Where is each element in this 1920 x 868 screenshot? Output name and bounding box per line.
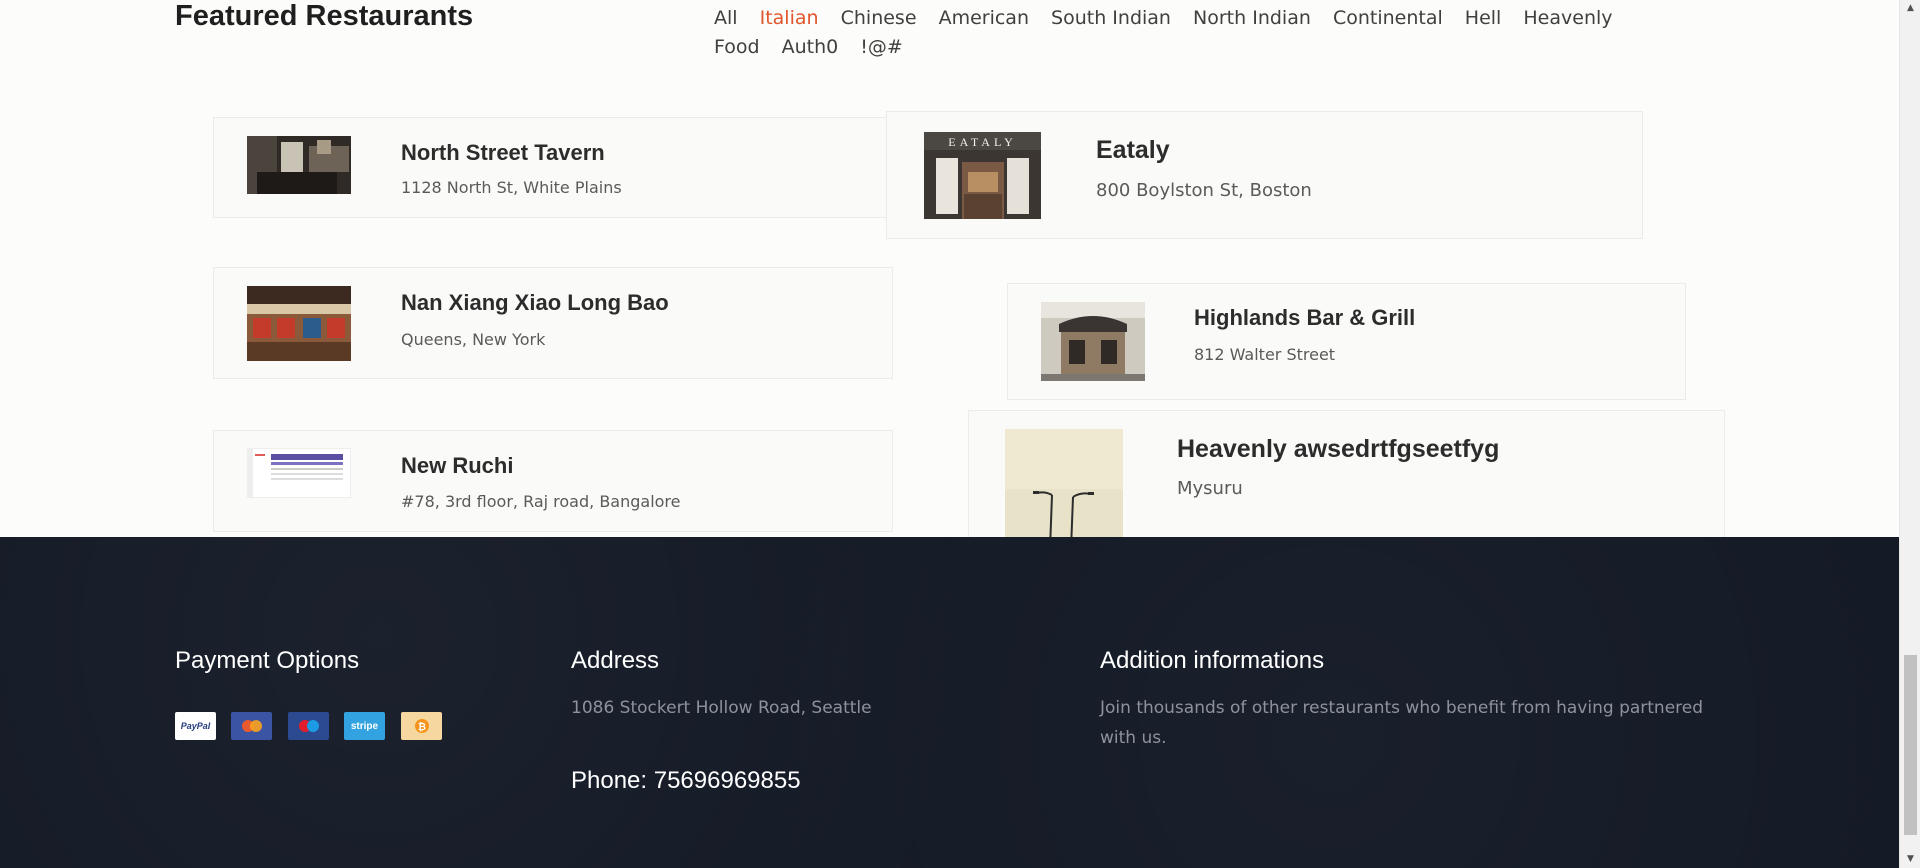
stripe-icon: stripe	[344, 712, 385, 740]
restaurant-address: 1128 North St, White Plains	[401, 178, 622, 197]
restaurant-card[interactable]: Nan Xiang Xiao Long Bao Queens, New York	[213, 267, 893, 379]
restaurant-name[interactable]: Eataly	[1096, 136, 1170, 165]
page-scrollbar[interactable]: ▲ ▼	[1899, 0, 1920, 868]
restaurant-address: Queens, New York	[401, 330, 546, 349]
eataly-sign: EATALY	[948, 135, 1017, 149]
mastercard-icon	[231, 712, 272, 740]
filter-american[interactable]: American	[939, 7, 1029, 29]
section-title: Featured Restaurants	[175, 0, 474, 32]
restaurant-card[interactable]: New Ruchi #78, 3rd floor, Raj road, Bang…	[213, 430, 893, 532]
filter-italian[interactable]: Italian	[760, 7, 819, 29]
restaurant-name[interactable]: North Street Tavern	[401, 140, 605, 166]
page: Featured Restaurants All Italian Chinese…	[0, 0, 1899, 868]
filter-special-chars[interactable]: !@#	[860, 36, 903, 58]
filter-south-indian[interactable]: South Indian	[1051, 7, 1171, 29]
restaurant-thumbnail	[247, 448, 351, 498]
svg-text:₿: ₿	[417, 721, 425, 733]
filter-continental[interactable]: Continental	[1333, 7, 1443, 29]
restaurant-thumbnail	[247, 286, 351, 361]
restaurant-thumbnail	[1041, 302, 1145, 381]
restaurant-card[interactable]: Heavenly awsedrtfgseetfyg Mysuru	[968, 410, 1725, 550]
filter-auth0[interactable]: Auth0	[782, 36, 839, 58]
payment-options-title: Payment Options	[175, 647, 360, 674]
restaurant-address: 800 Boylston St, Boston	[1096, 180, 1312, 201]
additional-info-title: Addition informations	[1100, 647, 1325, 674]
cuisine-filters: All Italian Chinese American South India…	[714, 4, 1674, 62]
additional-info-text: Join thousands of other restaurants who …	[1100, 698, 1704, 748]
restaurant-address: Mysuru	[1177, 478, 1243, 499]
filter-all[interactable]: All	[714, 7, 738, 29]
restaurant-thumbnail	[1005, 429, 1123, 549]
restaurant-name[interactable]: Nan Xiang Xiao Long Bao	[401, 290, 669, 316]
address-text: 1086 Stockert Hollow Road, Seattle	[571, 698, 872, 718]
restaurant-name[interactable]: Highlands Bar & Grill	[1194, 305, 1415, 331]
paypal-icon: PayPal	[175, 712, 216, 740]
phone-number[interactable]: Phone: 75696969855	[571, 767, 801, 795]
restaurant-card[interactable]: Highlands Bar & Grill 812 Walter Street	[1007, 283, 1686, 400]
address-title: Address	[571, 647, 660, 674]
restaurant-card[interactable]: North Street Tavern 1128 North St, White…	[213, 117, 893, 218]
restaurant-address: 812 Walter Street	[1194, 345, 1336, 364]
scroll-thumb[interactable]	[1904, 655, 1917, 835]
restaurant-name[interactable]: Heavenly awsedrtfgseetfyg	[1177, 435, 1499, 464]
bitcoin-icon: ₿	[401, 712, 442, 740]
restaurant-thumbnail	[247, 136, 351, 194]
filter-north-indian[interactable]: North Indian	[1193, 7, 1311, 29]
filter-hell[interactable]: Hell	[1465, 7, 1502, 29]
restaurant-address: #78, 3rd floor, Raj road, Bangalore	[401, 492, 681, 511]
scroll-down-arrow-icon[interactable]: ▼	[1900, 851, 1920, 868]
maestro-icon	[288, 712, 329, 740]
footer: Payment Options PayPal stripe ₿ Address …	[0, 537, 1899, 868]
scroll-up-arrow-icon[interactable]: ▲	[1900, 0, 1920, 17]
restaurant-name[interactable]: New Ruchi	[401, 453, 513, 479]
restaurant-thumbnail: EATALY	[924, 132, 1041, 219]
restaurant-card[interactable]: EATALY Eataly 800 Boylston St, Boston	[886, 111, 1643, 239]
filter-chinese[interactable]: Chinese	[841, 7, 917, 29]
